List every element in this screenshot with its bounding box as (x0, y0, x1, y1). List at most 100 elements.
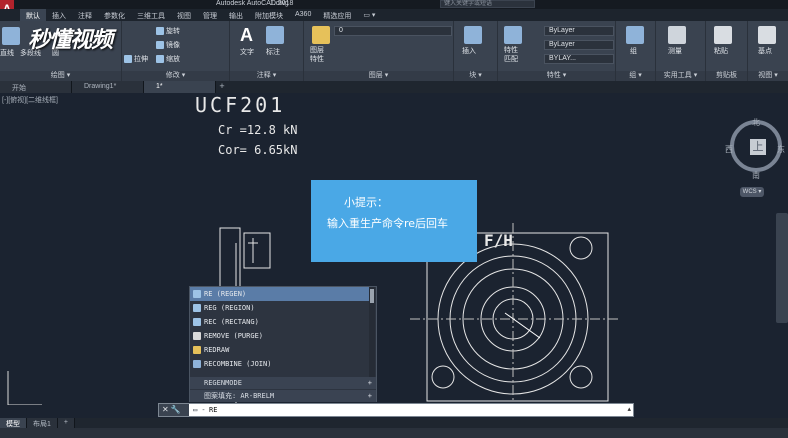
tab-panel-toggle[interactable]: ▭ ▾ (357, 9, 381, 21)
search-input[interactable]: 键入关键字或短语 (440, 0, 535, 8)
ribbon-group-layers: 图层特性 0 图层 ▾ (304, 21, 454, 81)
viewport-controls[interactable]: [-][俯视][二维线框] (2, 95, 58, 105)
autocomplete-scrollbar[interactable] (369, 287, 375, 377)
region-icon (193, 304, 201, 312)
regen-icon (193, 290, 201, 298)
rectangle-icon (193, 318, 201, 326)
group-label-view[interactable]: 视图 ▾ (748, 71, 788, 81)
viewcube-east[interactable]: 东 (777, 144, 785, 155)
base-button[interactable]: 基点 (758, 46, 772, 56)
lineweight-dropdown[interactable]: BYLAY... (544, 54, 614, 64)
text-button[interactable]: 文字 (240, 47, 254, 57)
wcs-menu[interactable]: WCS ▾ (740, 187, 764, 197)
ribbon-group-clipboard: 粘贴 剪贴板 (706, 21, 748, 81)
autocomplete-item[interactable]: RECOMBINE (JOIN) (190, 357, 370, 371)
group-label-utilities[interactable]: 实用工具 ▾ (656, 71, 705, 81)
command-line[interactable]: ✕ 🔧 ▭ - RE ▴ (158, 403, 634, 417)
dimension-button[interactable]: 标注 (266, 47, 280, 57)
tip-body: 输入重生产命令re后回车 (327, 217, 449, 230)
autocomplete-item[interactable]: RE (REGEN) (190, 287, 370, 301)
base-point-icon[interactable] (758, 26, 776, 44)
tab-annotate[interactable]: 注释 (72, 9, 98, 21)
rotate-icon (156, 27, 164, 36)
match-properties-icon[interactable] (504, 26, 522, 44)
autocomplete-item[interactable]: REDRAW (190, 343, 370, 357)
tip-overlay: 小提示： 输入重生产命令re后回车 (311, 180, 477, 262)
window-file-name: 1.dwg (270, 0, 289, 7)
navigation-bar[interactable] (776, 213, 788, 323)
tab-featured-apps[interactable]: 精选应用 (317, 9, 357, 21)
viewcube-west[interactable]: 西 (725, 144, 733, 155)
autocomplete-item[interactable]: REG (REGION) (190, 301, 370, 315)
tab-a360[interactable]: A360 (289, 9, 317, 21)
group-label-clipboard[interactable]: 剪贴板 (706, 71, 747, 81)
insert-button[interactable]: 插入 (462, 46, 476, 56)
group-label-modify[interactable]: 修改 ▾ (122, 71, 229, 81)
join-icon (193, 360, 201, 368)
text-icon[interactable]: A (240, 26, 258, 44)
drawing-cr-value: Cr =12.8 kN (218, 123, 298, 137)
purge-icon (193, 332, 201, 340)
autocomplete-item[interactable]: REC (RECTANG) (190, 315, 370, 329)
ribbon-group-annotation: A 文字 标注 注释 ▾ (230, 21, 304, 81)
autocomplete-section-hatch[interactable]: 图案填充: AR-BRELM + (190, 390, 376, 402)
group-icon[interactable] (626, 26, 644, 44)
file-tab-start[interactable]: 开始 (0, 81, 72, 93)
tab-parametric[interactable]: 参数化 (98, 9, 131, 21)
group-label-draw[interactable]: 绘图 ▾ (0, 71, 121, 81)
command-input[interactable]: RE (209, 405, 217, 415)
layer-properties-button[interactable]: 图层特性 (310, 46, 326, 64)
command-line-tools[interactable]: ✕ 🔧 (159, 404, 189, 416)
autocomplete-item[interactable]: REMOVE (PURGE) (190, 329, 370, 343)
color-dropdown[interactable]: ByLayer (544, 26, 614, 36)
tab-view[interactable]: 视图 (171, 9, 197, 21)
line-button[interactable]: 直线 (0, 48, 14, 58)
rotate-button[interactable]: 旋转 (156, 26, 180, 36)
group-label-block[interactable]: 块 ▾ (454, 71, 497, 81)
tab-home[interactable]: 默认 (20, 9, 46, 21)
group-label-annotation[interactable]: 注释 ▾ (230, 71, 303, 81)
watermark-logo: 秒懂视频 (28, 28, 113, 53)
command-history-icon[interactable]: ▴ (627, 404, 631, 416)
measure-button[interactable]: 测量 (668, 46, 682, 56)
tab-model[interactable]: 模型 (0, 418, 27, 428)
paste-icon[interactable] (714, 26, 732, 44)
tab-3d-tools[interactable]: 三维工具 (131, 9, 171, 21)
expand-icon[interactable]: + (368, 390, 372, 402)
tab-insert[interactable]: 插入 (46, 9, 72, 21)
stretch-button[interactable]: 拉伸 (124, 54, 148, 64)
new-tab-button[interactable]: + (216, 81, 228, 93)
group-label-groups[interactable]: 组 ▾ (616, 71, 655, 81)
scale-button[interactable]: 缩放 (156, 54, 180, 64)
layer-properties-icon[interactable] (312, 26, 330, 44)
viewcube-north[interactable]: 北 (752, 117, 760, 128)
ribbon-tabs: 默认 插入 注释 参数化 三维工具 视图 管理 输出 附加模块 A360 精选应… (0, 9, 788, 21)
file-tab-1[interactable]: 1* (144, 81, 216, 93)
tab-manage[interactable]: 管理 (197, 9, 223, 21)
scrollbar-thumb[interactable] (370, 289, 374, 303)
dimension-icon[interactable] (266, 26, 284, 44)
group-label-layers[interactable]: 图层 ▾ (304, 71, 453, 81)
tab-layout1[interactable]: 布局1 (27, 418, 58, 428)
autocomplete-section-sysvar[interactable]: REGENMODE + (190, 377, 376, 389)
viewcube-south[interactable]: 南 (752, 170, 760, 181)
mirror-button[interactable]: 镜像 (156, 40, 180, 50)
measure-icon[interactable] (668, 26, 686, 44)
match-properties-button[interactable]: 特性匹配 (504, 46, 520, 64)
scale-icon (156, 55, 164, 64)
add-layout-button[interactable]: + (57, 418, 75, 428)
paste-button[interactable]: 粘贴 (714, 46, 728, 56)
viewcube-face[interactable]: 上 (750, 139, 766, 155)
layer-dropdown[interactable]: 0 (334, 26, 452, 36)
linetype-dropdown[interactable]: ByLayer (544, 40, 614, 50)
expand-icon[interactable]: + (368, 377, 372, 389)
ribbon-panel: 直线 多段线 圆 绘图 ▾ 旋转 镜像 拉伸 缩放 修改 ▾ A 文字 标注 注… (0, 21, 788, 81)
tab-output[interactable]: 输出 (223, 9, 249, 21)
group-button[interactable]: 组 (630, 46, 637, 56)
file-tab-drawing1[interactable]: Drawing1* (72, 81, 144, 93)
line-icon[interactable] (2, 27, 20, 45)
group-label-properties[interactable]: 特性 ▾ (498, 71, 615, 81)
insert-block-icon[interactable] (464, 26, 482, 44)
tab-addins[interactable]: 附加模块 (249, 9, 289, 21)
ribbon-group-block: 插入 块 ▾ (454, 21, 498, 81)
